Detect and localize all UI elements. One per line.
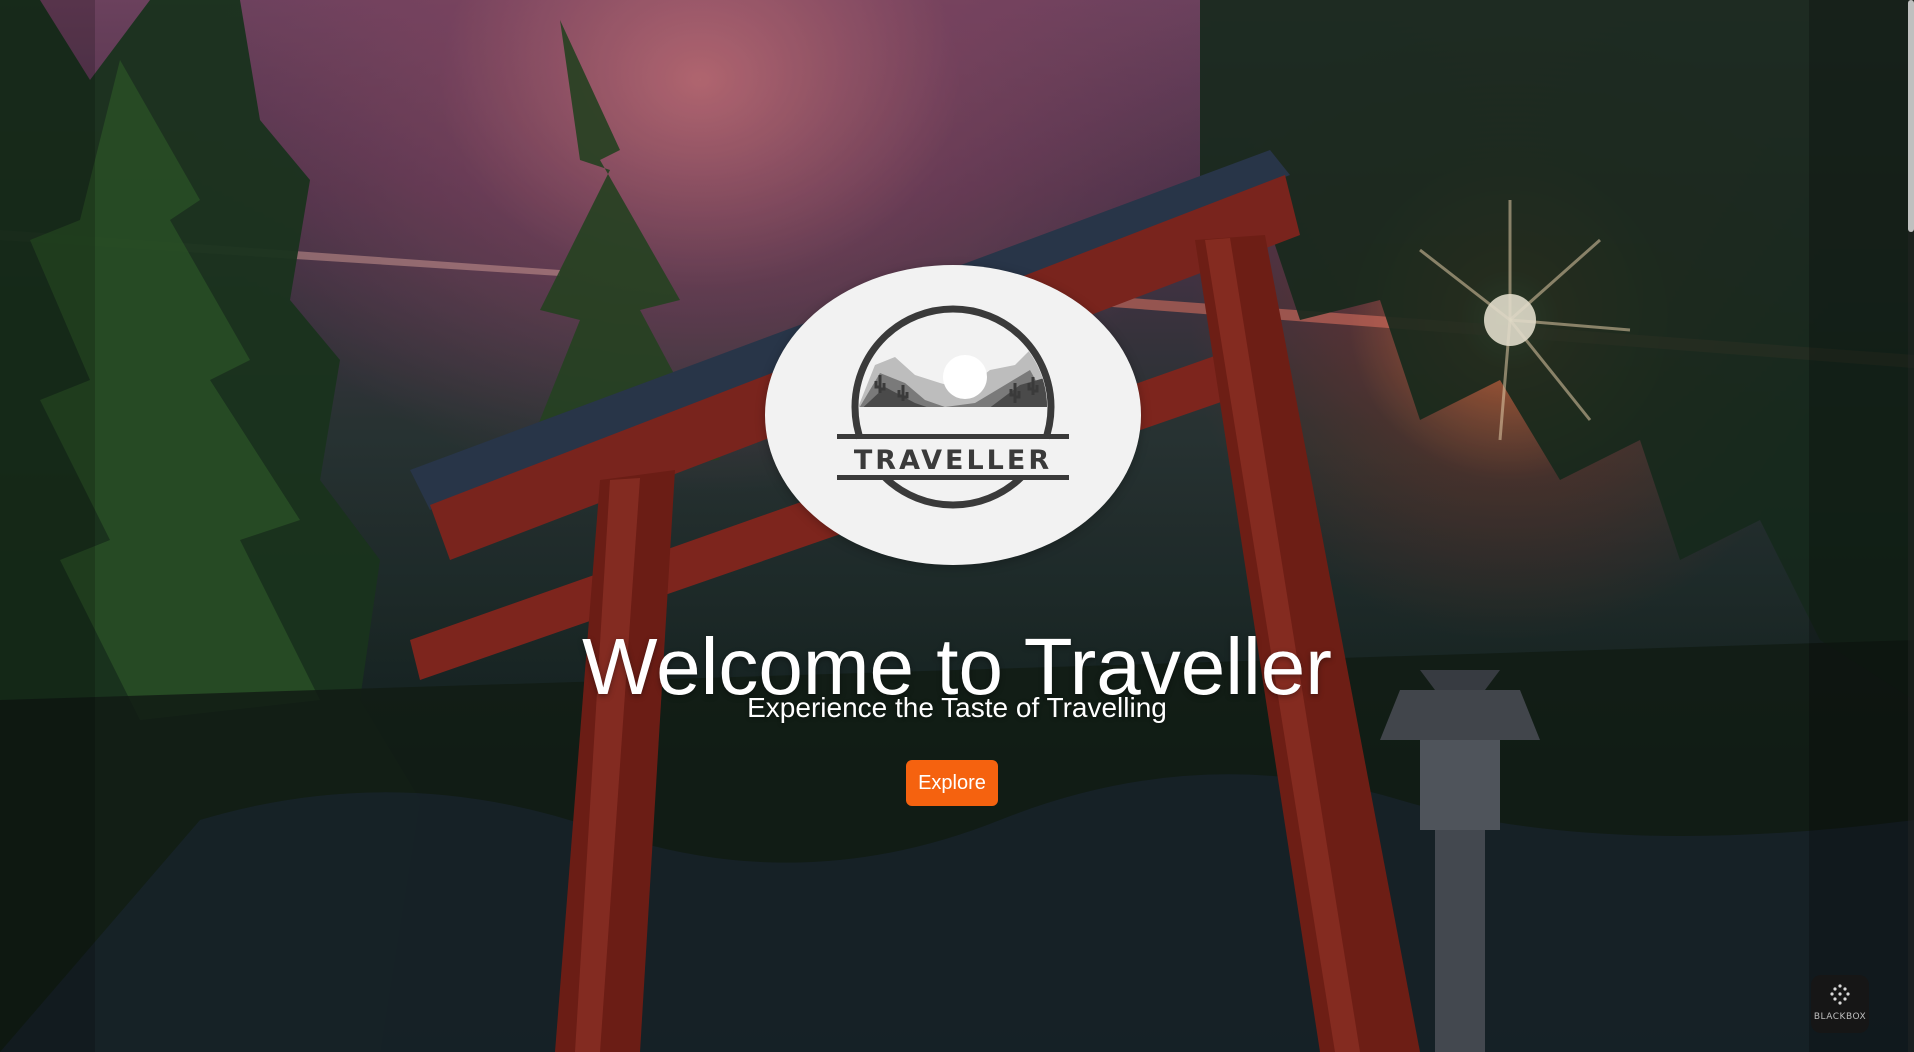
logo-brand-text: TRAVELLER xyxy=(854,445,1052,476)
traveller-logo-mark: TRAVELLER xyxy=(837,305,1069,509)
page-subtitle: Experience the Taste of Travelling xyxy=(747,692,1167,723)
blackbox-label: BLACKBOX xyxy=(1813,1012,1867,1022)
explore-button[interactable]: Explore xyxy=(906,760,998,806)
hero-section: TRAVELLER Welcome to Traveller Experienc… xyxy=(0,0,1914,1052)
scrollbar-thumb[interactable] xyxy=(1908,0,1914,232)
blackbox-dots-icon xyxy=(1830,984,1850,1005)
scrollbar[interactable] xyxy=(1908,0,1914,1052)
blackbox-widget[interactable]: BLACKBOX xyxy=(1811,975,1869,1033)
traveller-logo[interactable]: TRAVELLER xyxy=(765,265,1141,565)
hero-content: TRAVELLER Welcome to Traveller Experienc… xyxy=(0,0,1914,1052)
